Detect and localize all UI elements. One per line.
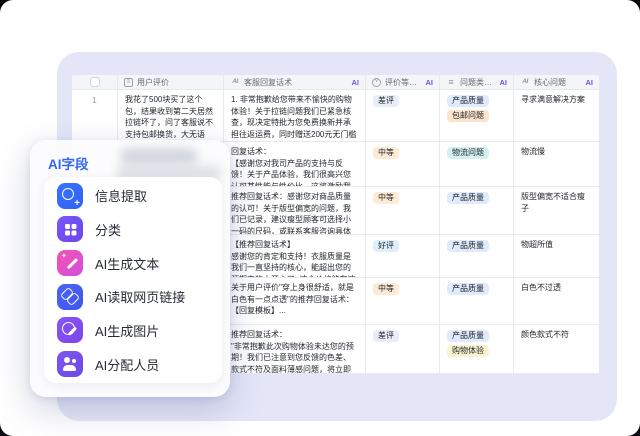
blurred-redaction [120,148,198,165]
core-issue-cell[interactable]: 版型偏宽不适合瘦子 [514,187,599,234]
column-name: 核心问题 [534,77,566,88]
wand-icon [57,250,83,276]
ai-fields-panel: AI字段 信息提取分类 AI生成文本 AI读取网页链接 AI生成图片 AI分配人员 [30,140,230,397]
multi-select-icon: ≡ [446,77,456,87]
column-header-core-issue[interactable]: AI 核心问题 AI [514,75,599,89]
ai-field-option-classify[interactable]: 分类 [44,213,222,245]
select-all-cell [72,75,118,89]
rating-badge: 中等 [373,192,399,204]
rating-badge: 差评 [373,330,399,342]
extract-icon [57,183,83,209]
rating-cell[interactable]: 好评 [366,235,440,277]
select-all-checkbox[interactable] [90,77,100,87]
app-screenshot: ≡用户评价AI客服回复话术AI∨评价等级...AI≡问题类型（...AIAI核心… [0,0,640,436]
table-header-row: ≡用户评价AI客服回复话术AI∨评价等级...AI≡问题类型（...AIAI核心… [72,75,599,90]
people-icon [57,351,83,377]
column-name: 用户评价 [137,77,169,88]
ai-field-icon: AI [520,77,530,87]
column-header-rating-level[interactable]: ∨ 评价等级...AI [366,75,440,89]
core-issue-cell[interactable]: 物流慢 [514,142,599,186]
ai-field-option-label: AI生成图片 [95,321,159,340]
issue-type-cell[interactable]: 产品质量包邮问题 [440,90,514,141]
ai-fields-list: 信息提取分类 AI生成文本 AI读取网页链接 AI生成图片 AI分配人员 [44,177,222,383]
reply-script-cell[interactable]: 回复话术： 【感谢您对我司产品的支持与反馈！关于产品体验，我们很高兴您认可其性能… [224,142,366,186]
rating-badge: 中等 [373,147,399,159]
reply-script-cell[interactable]: 1. 非常抱歉给您带来不愉快的购物体验！关于拉链问题我们已紧急核查，现决定特批为… [224,90,366,141]
ai-field-icon: AI [230,77,240,87]
issue-type-badge: 产品质量 [447,330,489,342]
rating-badge: 中等 [373,283,399,295]
classify-icon [57,216,83,242]
link-icon [57,284,83,310]
single-select-icon: ∨ [372,78,381,87]
column-header-issue-type[interactable]: ≡ 问题类型（...AI [440,75,514,89]
brush-icon [57,317,83,343]
reply-script-cell[interactable]: 推荐回复话术：感谢您对商品质量的认可！关于版型偏宽的问题，我们已记录，建议瘦型顾… [224,187,366,234]
ai-field-option-label: AI生成文本 [95,254,159,273]
issue-type-cell[interactable]: 产品质量 [440,278,514,324]
core-issue-cell[interactable]: 寻求满意解决方案 [514,90,599,141]
issue-type-cell[interactable]: 产品质量购物体验 [440,325,514,373]
rating-cell[interactable]: 差评 [366,90,440,141]
issue-type-badge: 产品质量 [447,95,489,107]
column-header-reply-script[interactable]: AI 客服回复话术 AI [224,75,366,89]
panel-title: AI字段 [48,153,89,173]
core-issue-cell[interactable]: 白色不过透 [514,278,599,324]
issue-type-cell[interactable]: 产品质量 [440,235,514,277]
issue-type-cell[interactable]: 物流问题 [440,142,514,186]
reply-script-cell[interactable]: 【推荐回复话术】 感谢您的肯定和支持！衣服质量是我们一直坚持的核心，能超出您的预… [224,235,366,277]
rating-cell[interactable]: 中等 [366,278,440,324]
text-field-icon: ≡ [124,78,133,87]
rating-cell[interactable]: 中等 [366,142,440,186]
ai-column-badge: AI [424,78,434,87]
column-header-user-review[interactable]: ≡ 用户评价 [118,75,224,89]
reply-script-cell[interactable]: 关于用户评价"穿上身很舒适，就是白色有一点点透"的推荐回复话术： 【回复模板】.… [224,278,366,324]
ai-field-option-brush[interactable]: AI生成图片 [44,314,222,346]
issue-type-badge: 物流问题 [447,147,489,159]
column-name: 客服回复话术 [244,77,292,88]
rating-cell[interactable]: 差评 [366,325,440,373]
issue-type-badge: 购物体验 [447,345,489,357]
ai-field-option-label: AI读取网页链接 [95,287,185,306]
table-row: 1我花了500块买了这个包，结果收到第二天居然拉链坏了，问了客服说不支持包邮换货… [72,90,599,142]
rating-badge: 好评 [373,240,399,252]
ai-field-option-wand[interactable]: AI生成文本 [44,247,222,279]
column-name: 问题类型（... [460,77,495,88]
issue-type-badge: 包邮问题 [447,110,489,122]
ai-field-option-link[interactable]: AI读取网页链接 [44,281,222,313]
core-issue-cell[interactable]: 颜色款式不符 [514,325,599,373]
issue-type-badge: 产品质量 [447,192,489,204]
reply-script-cell[interactable]: 推荐回复话术： "非常抱歉此次购物体验未达您的预期！我们已注意到您反馈的色差、款… [224,325,366,373]
issue-type-badge: 产品质量 [447,283,489,295]
ai-field-option-label: 信息提取 [95,186,147,205]
ai-field-option-extract[interactable]: 信息提取 [44,180,222,212]
column-name: 评价等级... [385,77,421,88]
ai-column-badge: AI [498,78,508,87]
rating-badge: 差评 [373,95,399,107]
ai-column-badge: AI [350,78,360,87]
issue-type-badge: 产品质量 [447,240,489,252]
ai-field-option-people[interactable]: AI分配人员 [44,348,222,380]
ai-field-option-label: 分类 [95,220,121,239]
ai-field-option-label: AI分配人员 [95,355,159,374]
user-review-cell[interactable]: 我花了500块买了这个包，结果收到第二天居然拉链坏了，问了客服说不支持包邮换货，… [118,90,224,141]
issue-type-cell[interactable]: 产品质量 [440,187,514,234]
core-issue-cell[interactable]: 物超所值 [514,235,599,277]
rating-cell[interactable]: 中等 [366,187,440,234]
ai-column-badge: AI [584,78,594,87]
row-index: 1 [72,90,118,141]
